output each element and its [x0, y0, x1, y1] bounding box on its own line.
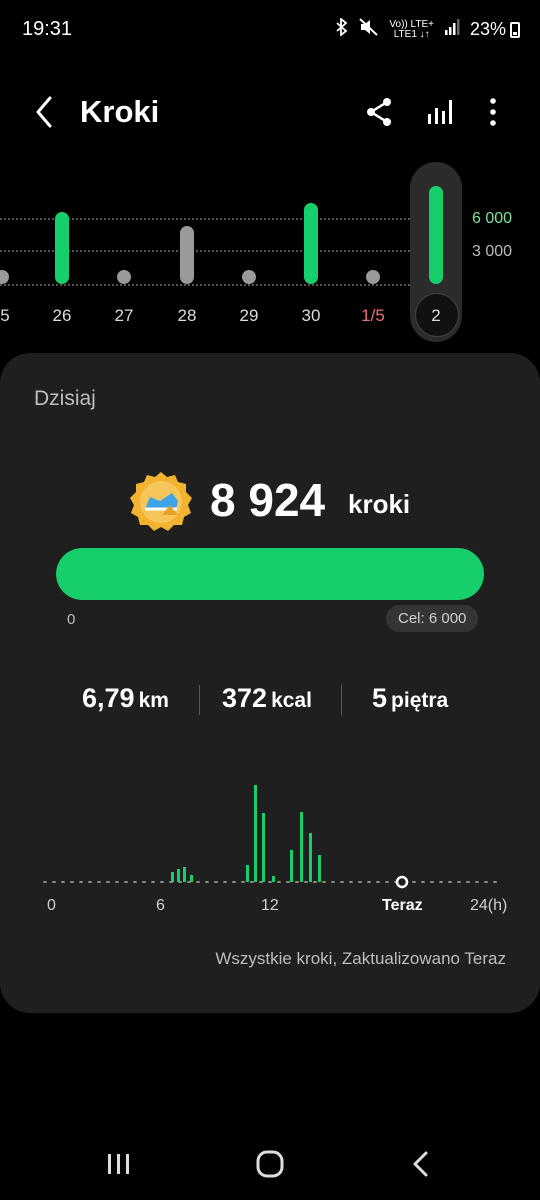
- day-marker: [242, 270, 256, 284]
- hour-label: 24(h): [470, 897, 508, 914]
- day-label[interactable]: 30: [291, 306, 331, 326]
- day-label[interactable]: 5: [0, 306, 25, 326]
- day-label[interactable]: 29: [229, 306, 269, 326]
- day-marker: [366, 270, 380, 284]
- day-label[interactable]: 28: [167, 306, 207, 326]
- steps-count: 8 924: [210, 474, 326, 526]
- day-label-selected[interactable]: 2: [416, 306, 456, 326]
- card-title: Dzisiaj: [34, 387, 96, 410]
- day-label[interactable]: 26: [42, 306, 82, 326]
- back-icon[interactable]: [30, 94, 62, 130]
- baseline: [0, 284, 410, 286]
- day-label[interactable]: 27: [104, 306, 144, 326]
- day-marker: [0, 270, 9, 284]
- stat-divider: [199, 685, 200, 715]
- steps-unit: kroki: [348, 489, 411, 519]
- hour-label: 12: [261, 897, 279, 914]
- status-bar: 19:31 Vo)) LTE+ LTE1 ↓↑ 23%: [0, 0, 540, 60]
- system-nav-bar: [0, 1130, 540, 1200]
- more-icon[interactable]: [478, 94, 508, 130]
- hour-label-now: Teraz: [382, 897, 423, 914]
- day-bar[interactable]: [55, 212, 69, 284]
- goal-badge[interactable]: Cel: 6 000: [386, 605, 479, 632]
- day-marker: [117, 270, 131, 284]
- back-nav-icon[interactable]: [401, 1144, 441, 1184]
- day-bar[interactable]: [180, 226, 194, 284]
- hour-label: 0: [47, 897, 56, 914]
- bluetooth-icon: [335, 17, 349, 41]
- steps-progress-fill: [56, 548, 484, 600]
- calories-stat: 372 kcal: [222, 683, 312, 713]
- stat-divider: [341, 685, 342, 715]
- updated-note: Wszystkie kroki, Zaktualizowano Teraz: [215, 949, 506, 968]
- app-header: Kroki: [0, 80, 540, 144]
- home-icon[interactable]: [250, 1144, 290, 1184]
- share-icon[interactable]: [362, 94, 398, 130]
- y-tick-6000: 6 000: [472, 210, 513, 227]
- page-title: Kroki: [80, 94, 160, 129]
- stats-row: 6,79 km 372 kcal 5 piętra: [0, 683, 540, 723]
- shoe-badge-icon: [130, 471, 192, 533]
- daily-steps-chart[interactable]: 6 000 3 000 5 26 27 28 29 30 1/5 2: [0, 160, 540, 350]
- today-card[interactable]: Dzisiaj 8 924 kroki 0 Cel: 6 000 6,79 km …: [0, 353, 540, 1013]
- signal-icon: [444, 19, 460, 40]
- recent-apps-icon[interactable]: [99, 1144, 139, 1184]
- hour-label: 6: [156, 897, 165, 914]
- status-time: 19:31: [22, 18, 73, 40]
- day-bar-selected[interactable]: [429, 186, 443, 284]
- battery-indicator: 23%: [470, 19, 520, 40]
- battery-icon: [510, 21, 520, 38]
- distance-stat: 6,79 km: [82, 683, 169, 713]
- network-indicator: Vo)) LTE+ LTE1 ↓↑: [389, 18, 434, 40]
- y-tick-3000: 3 000: [472, 243, 513, 260]
- bar-chart-icon[interactable]: [424, 94, 460, 130]
- steps-progress-bar: [56, 548, 484, 600]
- hourly-chart-plot: [43, 785, 497, 889]
- day-bar[interactable]: [304, 203, 318, 284]
- progress-min-label: 0: [67, 611, 76, 628]
- mute-icon: [359, 18, 379, 41]
- status-icons: Vo)) LTE+ LTE1 ↓↑ 23%: [335, 17, 520, 41]
- floors-stat: 5 piętra: [372, 683, 449, 713]
- day-label[interactable]: 1/5: [353, 306, 393, 326]
- hourly-steps-chart[interactable]: 0 6 12 Teraz 24(h): [40, 773, 507, 943]
